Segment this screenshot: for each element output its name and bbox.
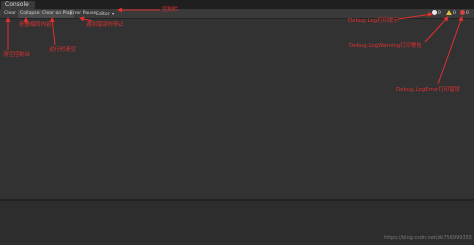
log-count: 0 <box>438 11 441 16</box>
annotation-warning: Debug.LogWarning打印警告 <box>349 43 422 49</box>
collapse-toggle[interactable]: Collapse <box>18 9 42 18</box>
annotation-clear: 清空控制台 <box>3 52 30 58</box>
annotation-clear-on-play: 运行时清空 <box>49 47 76 53</box>
collapse-toggle-label: Collapse <box>20 10 40 16</box>
editor-dropdown-label: Editor <box>96 11 110 17</box>
console-toolbar: Clear Collapse Clear on Play Error Pause… <box>0 9 474 19</box>
clear-button[interactable]: Clear <box>2 10 18 18</box>
watermark: https://blog.csdn.net/zb756999355 <box>384 235 472 241</box>
warning-icon <box>446 10 452 15</box>
annotation-collapse: 折叠相同内容 <box>19 22 52 28</box>
error-icon <box>460 10 465 15</box>
error-count: 0 <box>466 11 469 16</box>
error-counter-toggle[interactable]: 0 <box>459 10 470 17</box>
window-titlebar: Console <box>0 0 474 9</box>
editor-dropdown[interactable]: Editor <box>94 10 116 18</box>
warning-counter-toggle[interactable]: 0 <box>445 10 457 17</box>
error-pause-label: Error Pause <box>70 10 97 16</box>
log-counter-toggle[interactable]: 0 <box>431 10 442 17</box>
warning-count: 0 <box>453 11 456 16</box>
tab-console-label: Console <box>5 1 29 8</box>
tab-console[interactable]: Console <box>1 1 35 9</box>
annotation-log: Debug.Log打印提示 <box>348 18 399 24</box>
annotation-toolbar: 控制栏 <box>162 7 179 13</box>
clear-button-label: Clear <box>4 10 17 16</box>
info-icon <box>432 10 437 15</box>
annotation-error-pause: 遇到错误时停止 <box>86 22 124 28</box>
annotation-error: Debug.LogError打印错误 <box>396 87 460 93</box>
